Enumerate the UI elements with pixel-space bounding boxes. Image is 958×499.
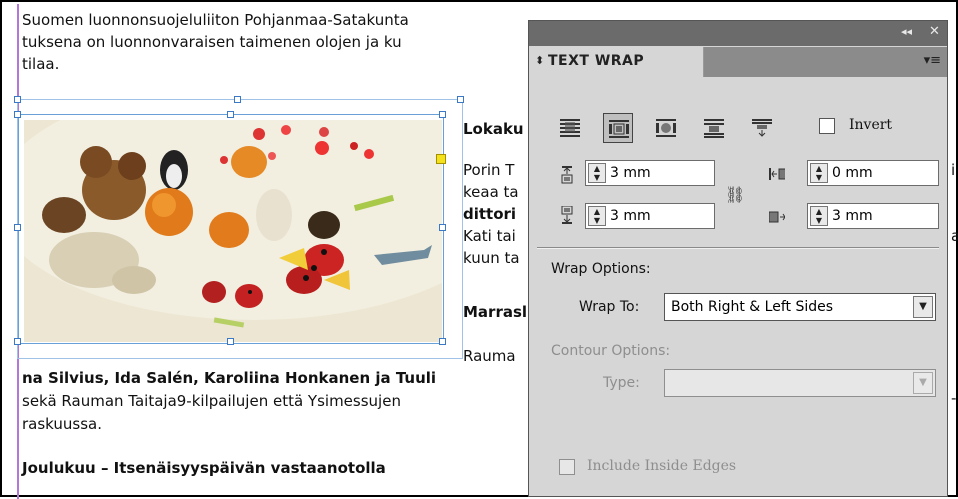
right-offset-field[interactable]: ▲ ▼ 3 mm [807,203,939,229]
include-inside-edges-checkbox[interactable] [559,459,575,475]
resize-handle[interactable] [439,111,446,118]
spinner-arrows-icon[interactable]: ▲ ▼ [810,206,828,226]
wrap-to-dropdown[interactable]: Both Right & Left Sides ▼ [664,293,936,321]
body-text-line[interactable]: tilaa. [22,54,59,74]
resize-handle[interactable] [227,338,234,345]
include-inside-edges-label: Include Inside Edges [587,458,737,474]
resize-handle[interactable] [14,111,21,118]
anchor-hotspot-handle[interactable] [436,154,446,164]
close-icon[interactable]: ✕ [929,24,940,39]
resize-handle[interactable] [439,338,446,345]
placed-image-clay-animals[interactable] [24,120,442,342]
contour-type-dropdown[interactable]: ▼ [664,369,936,397]
divider [537,247,939,249]
invert-label: Invert [849,117,893,133]
wrap-options-label: Wrap Options: [551,261,651,277]
body-text-fragment: i [951,161,956,179]
section-heading[interactable]: Joulukuu – Itsenäisyyspäivän vastaanotol… [22,458,386,478]
resize-handle[interactable] [439,224,446,231]
body-text-line[interactable]: keaa ta [463,182,519,202]
body-text-fragment: - [951,389,957,407]
text-wrap-panel[interactable]: ◂◂ ✕ ▾≡ ⬍ TEXT WRAP Invert ▲ ▼ 3 mm ▲ ▼ 3 … [528,20,948,497]
body-text-line[interactable]: tuksena on luonnonvaraisen taimenen oloj… [22,32,402,52]
body-text-line[interactable]: sekä Rauman Taitaja9-kilpailujen että Ys… [22,391,401,411]
tab-text-wrap[interactable]: ⬍ TEXT WRAP [531,47,704,77]
body-text-fragment: a [951,227,958,245]
resize-handle[interactable] [14,338,21,345]
right-offset-icon [769,211,785,223]
wrap-boundary-handle[interactable] [234,96,241,103]
wrap-to-label: Wrap To: [579,299,640,315]
body-text-line[interactable]: Kati tai [463,226,516,246]
chevron-down-icon[interactable]: ▼ [913,296,933,318]
collapse-panel-icon[interactable]: ◂◂ [901,25,912,38]
resize-handle[interactable] [227,111,234,118]
body-text-line[interactable]: raskuussa. [22,414,102,434]
body-text-line[interactable]: Suomen luonnonsuojeluliiton Pohjanmaa-Sa… [22,10,409,30]
wrap-boundary-handle[interactable] [14,96,21,103]
up-down-arrows-icon: ⬍ [535,54,545,67]
wrap-around-bounding-box-button[interactable] [603,113,633,143]
wrap-boundary-handle[interactable] [457,96,464,103]
body-text-line[interactable]: kuun ta [463,248,520,268]
body-text-line[interactable]: Porin T [463,160,514,180]
no-text-wrap-button[interactable] [555,113,585,143]
invert-checkbox[interactable] [819,118,835,134]
jump-to-next-column-button[interactable] [747,113,777,143]
resize-handle[interactable] [14,224,21,231]
contour-options-label: Contour Options: [551,343,671,359]
wrap-around-object-shape-button[interactable] [651,113,681,143]
bottom-offset-field[interactable]: ▲ ▼ 3 mm [585,203,715,229]
chevron-down-icon[interactable]: ▼ [913,372,933,394]
left-offset-icon [769,168,785,180]
top-offset-field[interactable]: ▲ ▼ 3 mm [585,160,715,186]
left-offset-field[interactable]: ▲ ▼ 0 mm [807,160,939,186]
jump-object-button[interactable] [699,113,729,143]
body-text-line[interactable]: na Silvius, Ida Salén, Karoliina Honkane… [22,368,436,388]
spinner-arrows-icon[interactable]: ▲ ▼ [588,163,606,183]
section-heading[interactable]: Marrasl [463,302,527,322]
panel-menu-icon[interactable]: ▾≡ [924,53,941,68]
bottom-offset-icon [561,206,573,224]
body-text-line[interactable]: dittori [463,204,516,224]
section-heading[interactable]: Lokaku [463,119,524,139]
spinner-arrows-icon[interactable]: ▲ ▼ [588,206,606,226]
body-text-line[interactable]: Rauma [463,346,516,366]
panel-title-bar[interactable]: ◂◂ ✕ [529,21,947,46]
top-offset-icon [561,166,573,184]
type-label: Type: [603,375,640,391]
panel-title: TEXT WRAP [548,53,645,69]
chain-link-icon[interactable]: ⛓ [725,185,745,215]
wrap-to-value: Both Right & Left Sides [671,299,834,315]
spinner-arrows-icon[interactable]: ▲ ▼ [810,163,828,183]
panel-tab-strip: ▾≡ [703,47,947,77]
